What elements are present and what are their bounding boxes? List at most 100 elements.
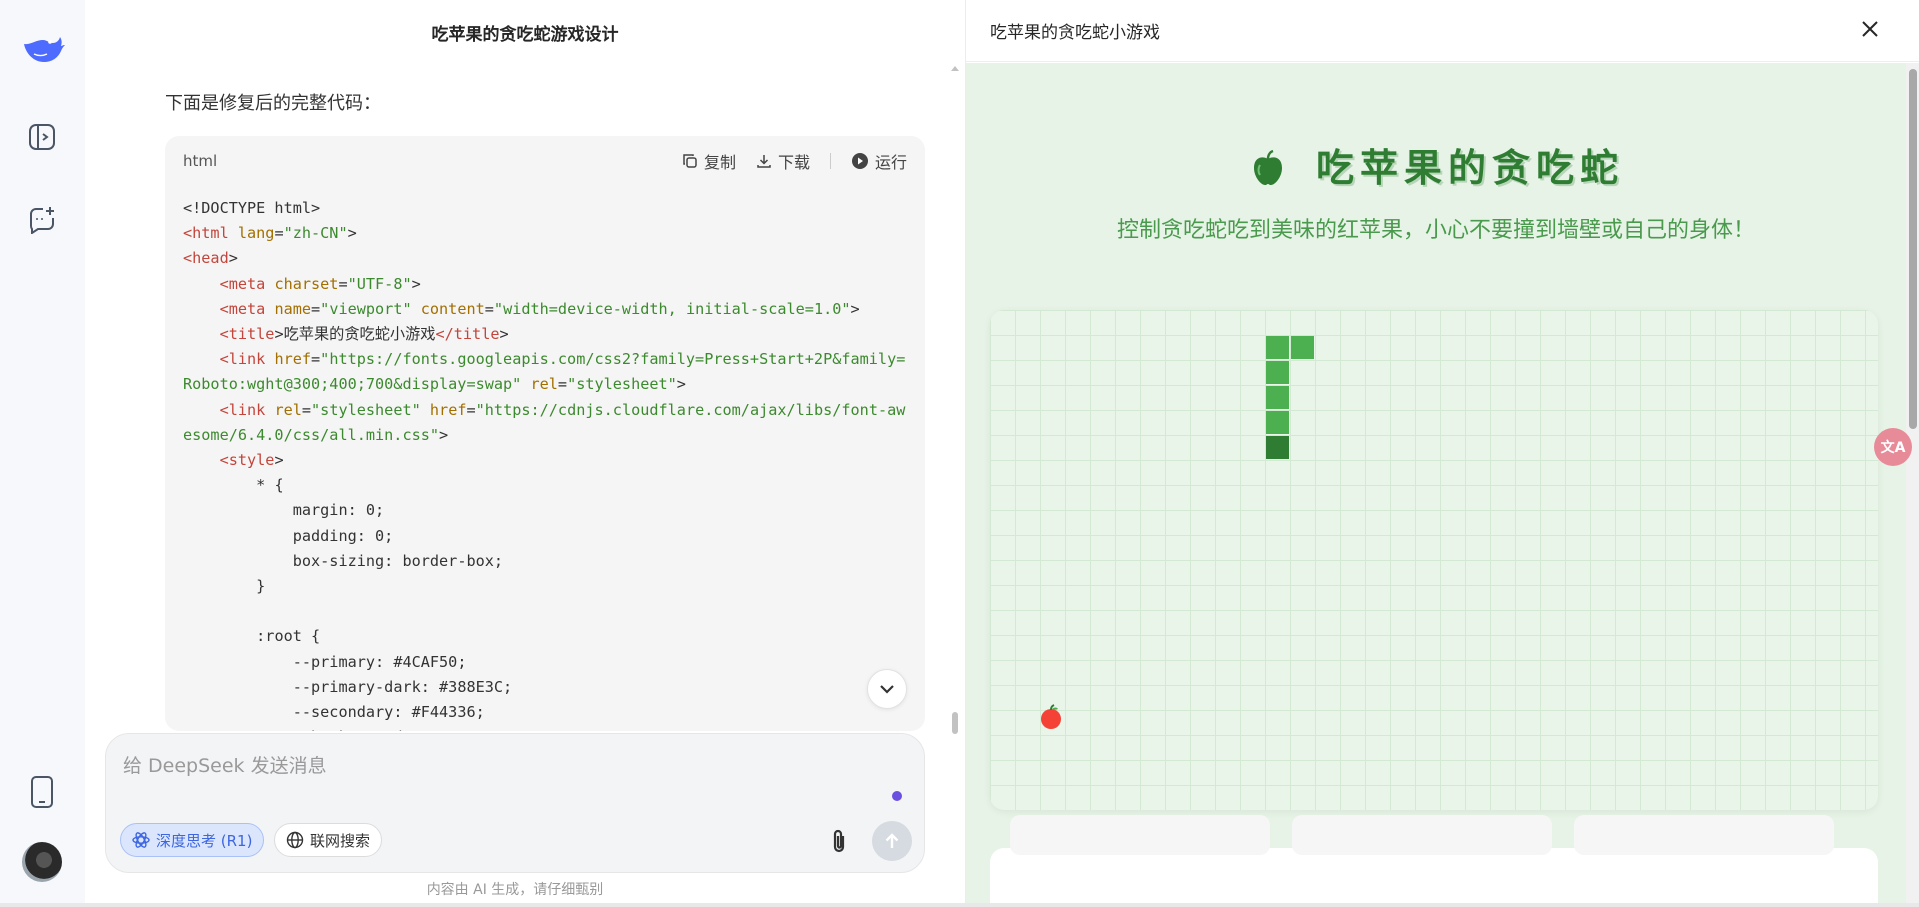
code-token: margin: 0; [183,501,385,520]
code-token: name [265,299,312,318]
code-token: padding: 0; [183,526,394,545]
send-button[interactable] [872,821,912,861]
code-line: <html lang="zh-CN"> [183,221,907,246]
game-board[interactable] [990,310,1878,810]
code-token: charset [265,274,339,293]
code-token: = [338,274,348,293]
code-token: rel [521,375,558,394]
status-dot [892,791,902,801]
copy-label: 复制 [703,153,736,172]
code-token: --secondary: #F44336; [183,703,485,722]
code-token: <!DOCTYPE html> [183,199,321,217]
stat-card [1574,815,1834,855]
game-stage: 吃苹果的贪吃蛇 控制贪吃蛇吃到美味的红苹果，小心不要撞到墙壁或自己的身体！ [966,63,1906,907]
apple-icon [1253,149,1282,185]
chevron-down-icon [880,685,894,694]
code-token: "width=device-width, initial-scale=1.0" [493,299,851,318]
code-token: > [850,299,860,318]
deepseek-logo-icon[interactable] [20,24,66,70]
deep-think-label: 深度思考 (R1) [156,831,253,850]
code-line: <link rel="stylesheet" href="https://cdn… [183,398,907,448]
preview-scrollbar[interactable] [1906,63,1919,907]
download-label: 下载 [777,153,810,172]
message-input[interactable]: 给 DeepSeek 发送消息 [123,751,327,778]
code-token: "zh-CN" [283,224,348,243]
attach-icon[interactable] [826,827,852,857]
chat-scrollbar[interactable] [949,64,961,744]
message-composer: 给 DeepSeek 发送消息 深度思考 (R1) 联网搜索 [105,733,925,873]
game-subtitle: 控制贪吃蛇吃到美味的红苹果，小心不要撞到墙壁或自己的身体！ [1116,218,1755,243]
code-token: = [484,299,494,318]
copy-button[interactable]: 复制 [682,149,736,173]
ai-disclaimer: 内容由 AI 生成，请仔细甄别 [426,882,604,898]
download-button[interactable]: 下载 [756,149,810,173]
code-line: <meta name="viewport" content="width=dev… [183,297,907,322]
scroll-to-bottom-button[interactable] [867,669,907,709]
header-divider [829,153,831,169]
snake-head [1266,436,1289,459]
code-token: "stylesheet" [567,375,677,394]
new-chat-button[interactable] [24,201,60,237]
code-line: * { [183,473,907,498]
sidebar-expand-button[interactable] [24,119,60,155]
code-token: > [499,325,509,344]
code-line: margin: 0; [183,498,907,523]
run-button[interactable]: 运行 [851,149,907,173]
assistant-intro-text: 下面是修复后的完整代码： [165,93,381,114]
new-chat-icon [30,207,54,234]
deep-think-toggle[interactable]: 深度思考 (R1) [120,823,265,857]
code-block: html 复制 下载 运行 <!DOCTYPE html> <html lang=… [165,136,925,731]
code-line: box-sizing: border-box; [183,549,907,574]
left-sidebar [0,0,85,907]
code-token: <style [219,451,275,470]
stat-card [1292,815,1552,855]
code-token: href [265,350,312,369]
close-preview-button[interactable] [1857,16,1883,42]
code-line: <style> [183,448,907,473]
code-line: <meta charset="UTF-8"> [183,272,907,297]
code-token: = [466,400,476,419]
code-line: --primary: #4CAF50; [183,650,907,675]
globe-icon [286,831,304,849]
bottom-scrollbar[interactable] [0,903,1919,907]
code-line: <!DOCTYPE html> [183,196,907,221]
preview-panel: 吃苹果的贪吃蛇小游戏 吃苹果的贪吃蛇 控制贪吃蛇吃到美味的红苹果，小心不要撞到墙… [965,0,1919,907]
mobile-app-icon [31,776,53,808]
code-block-header: html 复制 下载 运行 [165,136,925,186]
game-title-text: 吃苹果的贪吃蛇 [1315,145,1624,190]
user-avatar[interactable] [22,842,62,882]
code-token: } [183,577,266,596]
code-token: >吃苹果的贪吃蛇小游戏 [274,325,436,344]
download-icon [757,155,771,168]
code-line: --secondary: #F44336; [183,700,907,725]
web-search-toggle[interactable]: 联网搜索 [274,823,383,857]
code-token: = [274,224,284,243]
atom-icon [132,832,150,848]
preview-scrollbar-thumb[interactable] [1909,69,1917,429]
code-line: } [183,574,907,599]
chat-scrollbar-thumb[interactable] [952,712,958,734]
snake-segment [1266,361,1289,384]
translate-icon: 文A [1880,440,1906,456]
code-line: --background: #F5F5F5; [183,725,907,731]
code-token: * { [183,476,284,495]
code-token: box-sizing: border-box; [183,551,504,570]
scroll-up-arrow-icon [951,66,959,71]
web-search-label: 联网搜索 [310,831,371,850]
sidebar-expand-icon [29,124,55,150]
code-token: > [411,274,421,293]
game-title: 吃苹果的贪吃蛇 [966,137,1906,192]
translate-extension-button[interactable]: 文A [1874,428,1912,466]
code-token: = [311,299,321,318]
code-token: > [676,375,686,394]
code-token: = [301,400,312,419]
code-token: </title [435,325,500,344]
mobile-app-button[interactable] [24,774,60,810]
code-language-label: html [183,152,218,170]
chat-panel: 吃苹果的贪吃蛇游戏设计 下面是修复后的完整代码： html 复制 下载 运行 <… [85,0,965,907]
snake-segment [1266,411,1289,434]
